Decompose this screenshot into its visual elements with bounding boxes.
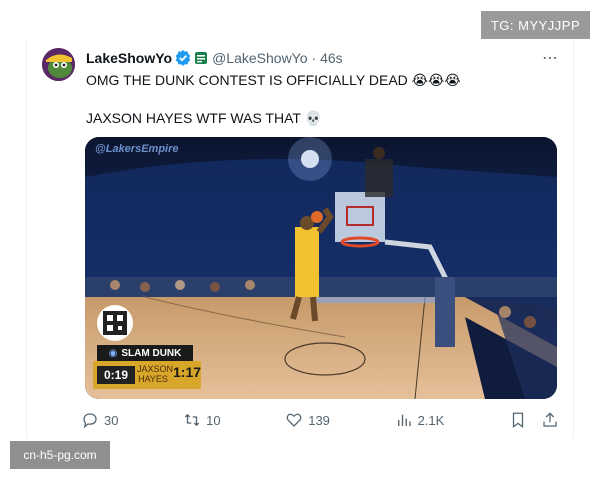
views-button[interactable]: 2.1K	[395, 411, 445, 429]
tweet-text-line1: OMG THE DUNK CONTEST IS OFFICIALLY DEAD …	[86, 72, 461, 88]
action-right-group	[509, 411, 559, 429]
tweet-text-line2: JAXSON HAYES WTF WAS THAT 💀	[86, 110, 323, 126]
player-name: JAXSON HAYES	[137, 364, 174, 384]
broadcast-logo-icon: ◉	[108, 347, 118, 359]
timestamp[interactable]: · 46s	[312, 50, 343, 66]
verified-badge-icon	[175, 50, 191, 66]
scoreboard: 0:19 JAXSON HAYES 1:17	[93, 361, 201, 389]
handle[interactable]: @LakeShowYo	[212, 50, 307, 66]
like-button[interactable]: 139	[285, 411, 330, 429]
shot-clock: 1:17	[173, 364, 202, 380]
tweet-video[interactable]: @LakersEmpire ◉ SLAM DUNK 0:19 JAXSON HA…	[85, 137, 557, 399]
channel-watermark: @LakersEmpire	[95, 143, 179, 155]
scoreboard-title-text: SLAM DUNK	[121, 347, 182, 359]
share-button[interactable]	[541, 411, 559, 429]
avatar[interactable]	[42, 48, 75, 81]
game-clock: 0:19	[97, 366, 135, 384]
analytics-icon	[397, 414, 411, 426]
reply-icon	[83, 413, 97, 429]
affiliate-badge-icon	[194, 51, 208, 65]
scoreboard-title: ◉ SLAM DUNK	[97, 345, 193, 361]
watermark-bottom: cn-h5-pg.com	[10, 441, 110, 469]
heart-icon	[286, 413, 302, 427]
reply-count: 30	[104, 412, 119, 428]
retweet-icon	[184, 413, 200, 427]
bookmark-icon	[512, 412, 524, 429]
bookmark-button[interactable]	[509, 411, 527, 429]
share-icon	[543, 412, 557, 427]
retweet-button[interactable]: 10	[183, 411, 221, 429]
watermark-top: TG: MYYJJPP	[481, 11, 590, 39]
reply-button[interactable]: 30	[81, 411, 118, 429]
view-count: 2.1K	[417, 412, 445, 428]
tweet-header: LakeShowYo @LakeShowYo · 46s ⋯	[86, 48, 559, 68]
display-name[interactable]: LakeShowYo	[86, 50, 172, 66]
tweet-actions: 30 10 139 2.1K	[81, 408, 559, 432]
like-count: 139	[308, 412, 330, 428]
tweet-card[interactable]: LakeShowYo @LakeShowYo · 46s ⋯ OMG THE D…	[26, 40, 574, 438]
more-options-icon[interactable]: ⋯	[542, 48, 559, 68]
retweet-count: 10	[206, 412, 221, 428]
